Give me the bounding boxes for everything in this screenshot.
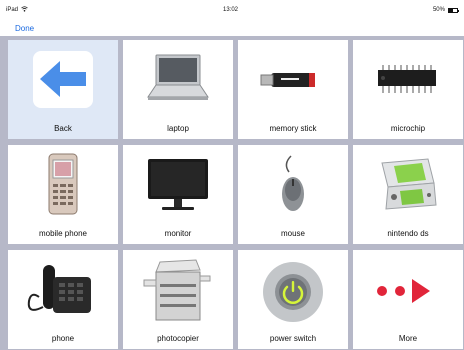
microchip-icon [353, 40, 463, 118]
tile-laptop[interactable]: laptop [123, 40, 233, 139]
photocopier-icon [123, 250, 233, 328]
symbol-grid: Back laptop memory stick microchip mobil… [0, 36, 464, 350]
tile-more[interactable]: More [353, 250, 463, 349]
tile-label: photocopier [157, 334, 199, 343]
done-button[interactable]: Done [15, 24, 34, 33]
tile-label: memory stick [269, 124, 317, 133]
tile-microchip[interactable]: microchip [353, 40, 463, 139]
more-arrow-icon [353, 250, 463, 328]
tile-label: phone [51, 334, 75, 343]
tile-mobile-phone[interactable]: mobile phone [8, 145, 118, 244]
tile-memory-stick[interactable]: memory stick [238, 40, 348, 139]
device-name: iPad [6, 7, 19, 13]
power-switch-icon [238, 250, 348, 328]
mouse-icon [238, 145, 348, 223]
tile-label: More [398, 334, 418, 343]
tile-label: monitor [164, 229, 192, 238]
memory-stick-icon [238, 40, 348, 118]
tile-nintendo-ds[interactable]: nintendo ds [353, 145, 463, 244]
battery-icon [447, 7, 459, 13]
tile-power-switch[interactable]: power switch [238, 250, 348, 349]
battery-percent: 50% [432, 7, 445, 13]
status-right: 50% [432, 7, 459, 13]
tile-label: mobile phone [38, 229, 88, 238]
tile-label: nintendo ds [387, 229, 429, 238]
tile-mouse[interactable]: mouse [238, 145, 348, 244]
mobile-phone-icon [8, 145, 118, 223]
desk-phone-icon [8, 250, 118, 328]
tile-phone[interactable]: phone [8, 250, 118, 349]
tile-label: power switch [269, 334, 317, 343]
tile-back[interactable]: Back [8, 40, 118, 139]
nintendo-ds-icon [353, 145, 463, 223]
wifi-icon [21, 6, 28, 14]
tile-label: Back [54, 124, 72, 133]
back-arrow-icon [8, 40, 118, 118]
tile-photocopier[interactable]: photocopier [123, 250, 233, 349]
monitor-icon [123, 145, 233, 223]
status-bar: iPad 13:02 50% [0, 0, 464, 20]
tile-label: microchip [390, 124, 426, 133]
tile-label: mouse [280, 229, 305, 238]
laptop-icon [123, 40, 233, 118]
status-left: iPad [6, 6, 28, 14]
tile-monitor[interactable]: monitor [123, 145, 233, 244]
tile-label: laptop [167, 124, 189, 133]
clock: 13:02 [222, 7, 238, 13]
